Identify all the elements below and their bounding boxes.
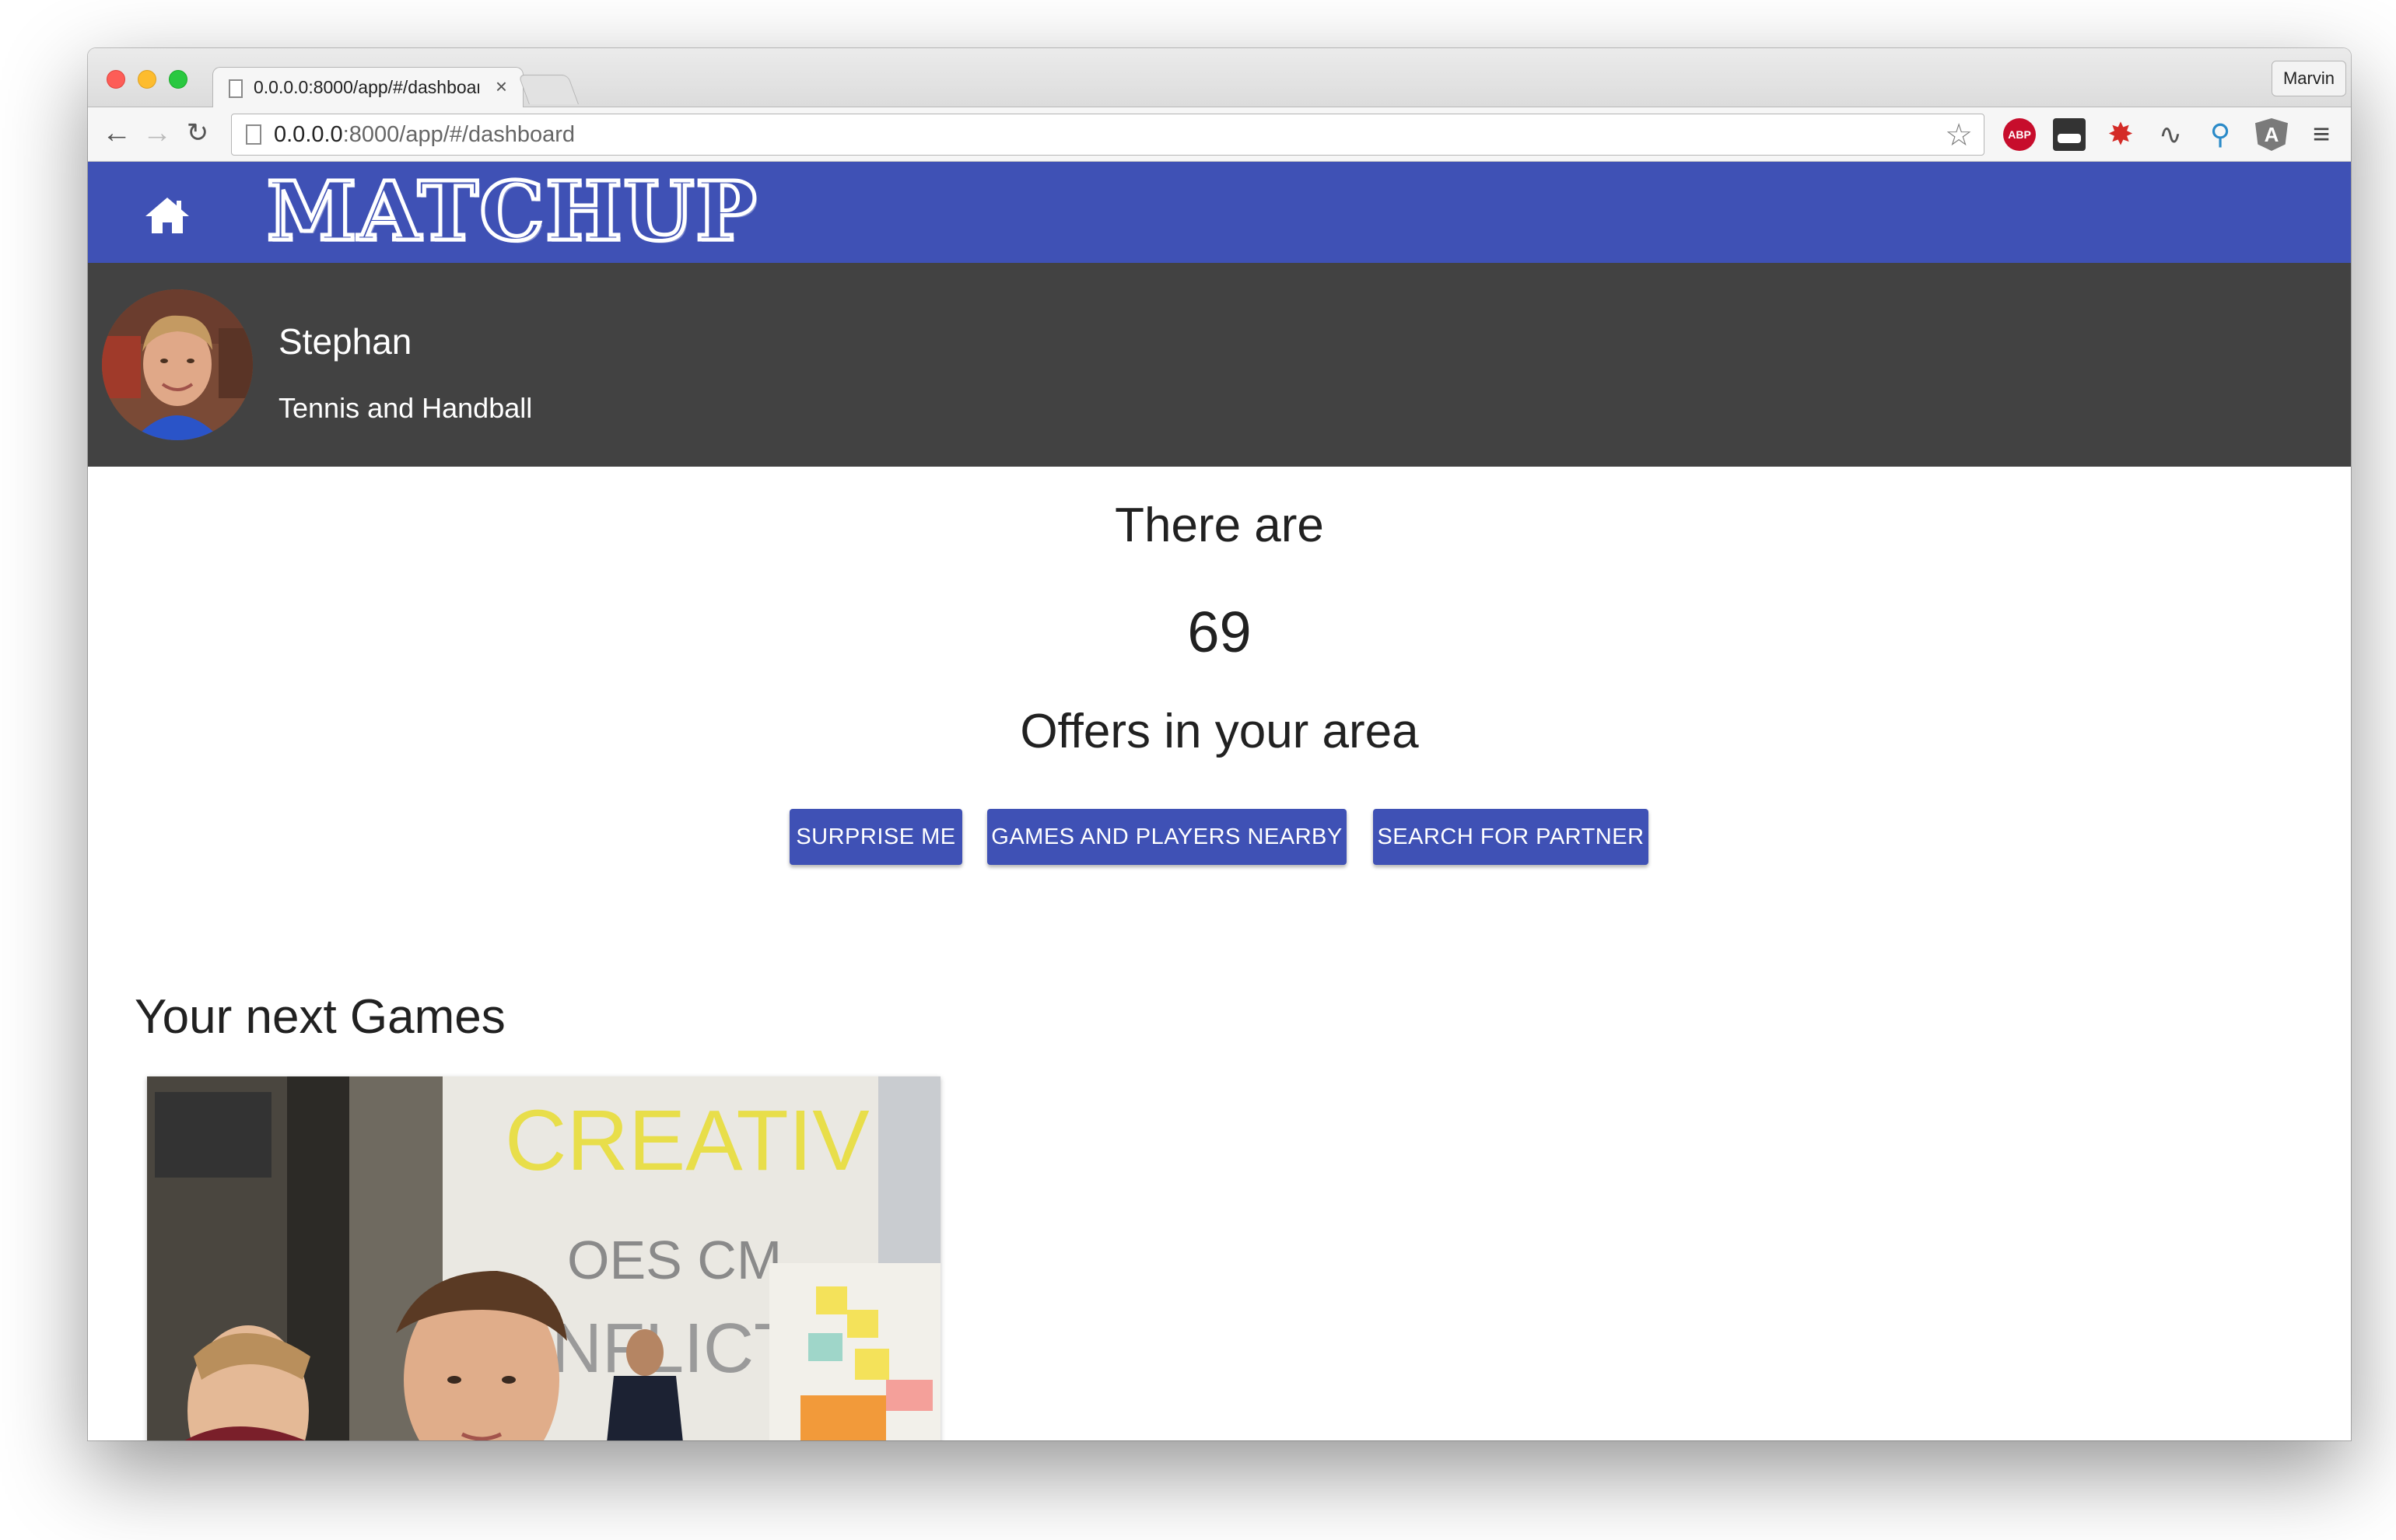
new-tab-button[interactable] bbox=[518, 75, 579, 104]
games-nearby-button[interactable]: GAMES AND PLAYERS NEARBY bbox=[987, 809, 1347, 865]
next-games-heading: Your next Games bbox=[135, 990, 506, 1044]
close-tab-icon[interactable]: × bbox=[496, 75, 507, 99]
back-button[interactable]: ← bbox=[99, 115, 135, 151]
app-logo[interactable]: MATCHUP bbox=[264, 166, 758, 257]
forward-button[interactable]: → bbox=[139, 115, 175, 151]
avatar[interactable] bbox=[102, 289, 253, 440]
app-header: MATCHUP bbox=[88, 162, 2351, 263]
profile-bar: Stephan Tennis and Handball bbox=[88, 263, 2351, 467]
profile-sports: Tennis and Handball bbox=[278, 392, 533, 424]
game-card-image[interactable]: CREATIV OES CM NFLICT bbox=[147, 1076, 941, 1440]
browser-tab[interactable]: 0.0.0.0:8000/app/#/dashboard × bbox=[212, 67, 524, 108]
angular-icon[interactable]: A bbox=[2255, 118, 2288, 151]
bug-icon[interactable]: ✸ bbox=[2104, 118, 2137, 151]
close-window-button[interactable] bbox=[107, 70, 125, 89]
search-partner-button[interactable]: SEARCH FOR PARTNER bbox=[1373, 809, 1648, 865]
url-text[interactable]: 0.0.0.0:8000/app/#/dashboard bbox=[274, 122, 575, 148]
surprise-me-button[interactable]: SURPRISE ME bbox=[790, 809, 962, 865]
waveform-icon[interactable]: ∿ bbox=[2154, 118, 2187, 151]
minimize-window-button[interactable] bbox=[138, 70, 156, 89]
browser-toolbar: ← → ↻ 0.0.0.0:8000/app/#/dashboard ☆ ABP… bbox=[88, 107, 2351, 162]
address-bar[interactable]: 0.0.0.0:8000/app/#/dashboard ☆ bbox=[231, 114, 1984, 156]
url-path: :8000/app/#/dashboard bbox=[342, 122, 575, 147]
offers-count: 69 bbox=[1187, 600, 1252, 664]
bookmark-star-icon[interactable]: ☆ bbox=[1945, 117, 1973, 153]
tab-strip: 0.0.0.0:8000/app/#/dashboard × Marvin bbox=[88, 48, 2351, 108]
url-host: 0.0.0.0 bbox=[274, 122, 343, 147]
browser-window: 0.0.0.0:8000/app/#/dashboard × Marvin ← … bbox=[88, 48, 2351, 1440]
adblock-plus-icon[interactable]: ABP bbox=[2003, 118, 2036, 151]
home-icon[interactable] bbox=[142, 194, 192, 235]
profile-name: Stephan bbox=[278, 321, 412, 362]
reload-button[interactable]: ↻ bbox=[180, 115, 215, 151]
zoom-window-button[interactable] bbox=[169, 70, 187, 89]
svg-text:OES CM: OES CM bbox=[567, 1230, 782, 1290]
action-buttons: SURPRISE ME GAMES AND PLAYERS NEARBY SEA… bbox=[88, 809, 2351, 871]
page-icon bbox=[246, 124, 261, 145]
page-content: MATCHUP Stephan Tennis and Handball Ther… bbox=[88, 162, 2351, 1440]
incognito-spy-icon[interactable] bbox=[2053, 118, 2086, 151]
page-icon bbox=[229, 79, 243, 98]
profile-button[interactable]: Marvin bbox=[2271, 61, 2346, 96]
offers-label: Offers in your area bbox=[1020, 705, 1419, 758]
tab-title: 0.0.0.0:8000/app/#/dashboard bbox=[254, 77, 479, 97]
offers-intro: There are bbox=[1115, 499, 1324, 552]
svg-text:CREATIV: CREATIV bbox=[505, 1093, 870, 1188]
network-icon[interactable]: ⚲ bbox=[2204, 118, 2237, 151]
menu-icon[interactable]: ≡ bbox=[2305, 118, 2338, 151]
